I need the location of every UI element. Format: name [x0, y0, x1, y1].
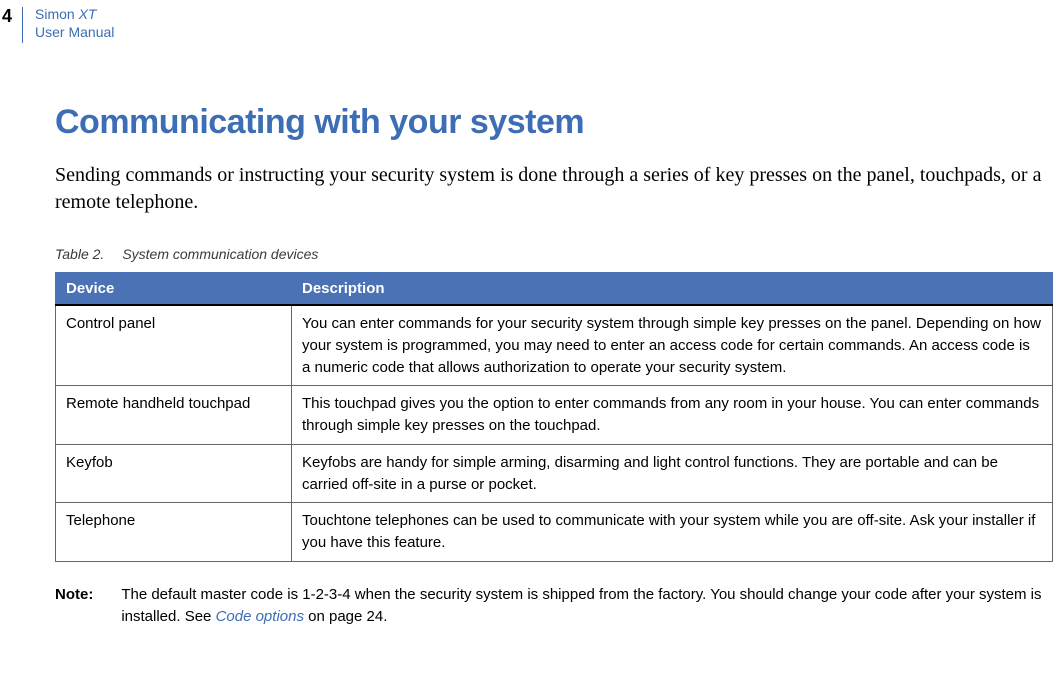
td-description: You can enter commands for your security… [292, 305, 1053, 386]
note-block: Note: The default master code is 1-2-3-4… [55, 584, 1055, 628]
note-text: The default master code is 1-2-3-4 when … [121, 584, 1055, 628]
table-row: Keyfob Keyfobs are handy for simple armi… [56, 444, 1053, 503]
th-device: Device [56, 273, 292, 306]
section-heading: Communicating with your system [55, 103, 1056, 142]
table-number: Table 2. [55, 246, 104, 262]
page-number: 4 [0, 5, 22, 28]
devices-table: Device Description Control panel You can… [55, 272, 1053, 562]
table-caption: Table 2. System communication devices [55, 246, 1056, 262]
page-content: Communicating with your system Sending c… [0, 43, 1056, 627]
brand-model: XT [79, 6, 97, 22]
td-device: Control panel [56, 305, 292, 386]
td-device: Remote handheld touchpad [56, 386, 292, 445]
td-description: This touchpad gives you the option to en… [292, 386, 1053, 445]
td-device: Keyfob [56, 444, 292, 503]
td-device: Telephone [56, 503, 292, 562]
brand-subtitle: User Manual [35, 24, 114, 40]
header-divider [22, 7, 23, 43]
note-link[interactable]: Code options [216, 608, 304, 625]
td-description: Keyfobs are handy for simple arming, dis… [292, 444, 1053, 503]
header-title: Simon XT User Manual [35, 5, 114, 41]
intro-paragraph: Sending commands or instructing your sec… [55, 162, 1055, 216]
th-description: Description [292, 273, 1053, 306]
table-row: Telephone Touchtone telephones can be us… [56, 503, 1053, 562]
note-label: Note: [55, 584, 121, 628]
table-title: System communication devices [122, 246, 318, 262]
table-row: Control panel You can enter commands for… [56, 305, 1053, 386]
table-header-row: Device Description [56, 273, 1053, 306]
brand-name: Simon [35, 6, 79, 22]
document-header: 4 Simon XT User Manual [0, 0, 1056, 43]
table-row: Remote handheld touchpad This touchpad g… [56, 386, 1053, 445]
td-description: Touchtone telephones can be used to comm… [292, 503, 1053, 562]
note-text-after: on page 24. [304, 608, 387, 625]
